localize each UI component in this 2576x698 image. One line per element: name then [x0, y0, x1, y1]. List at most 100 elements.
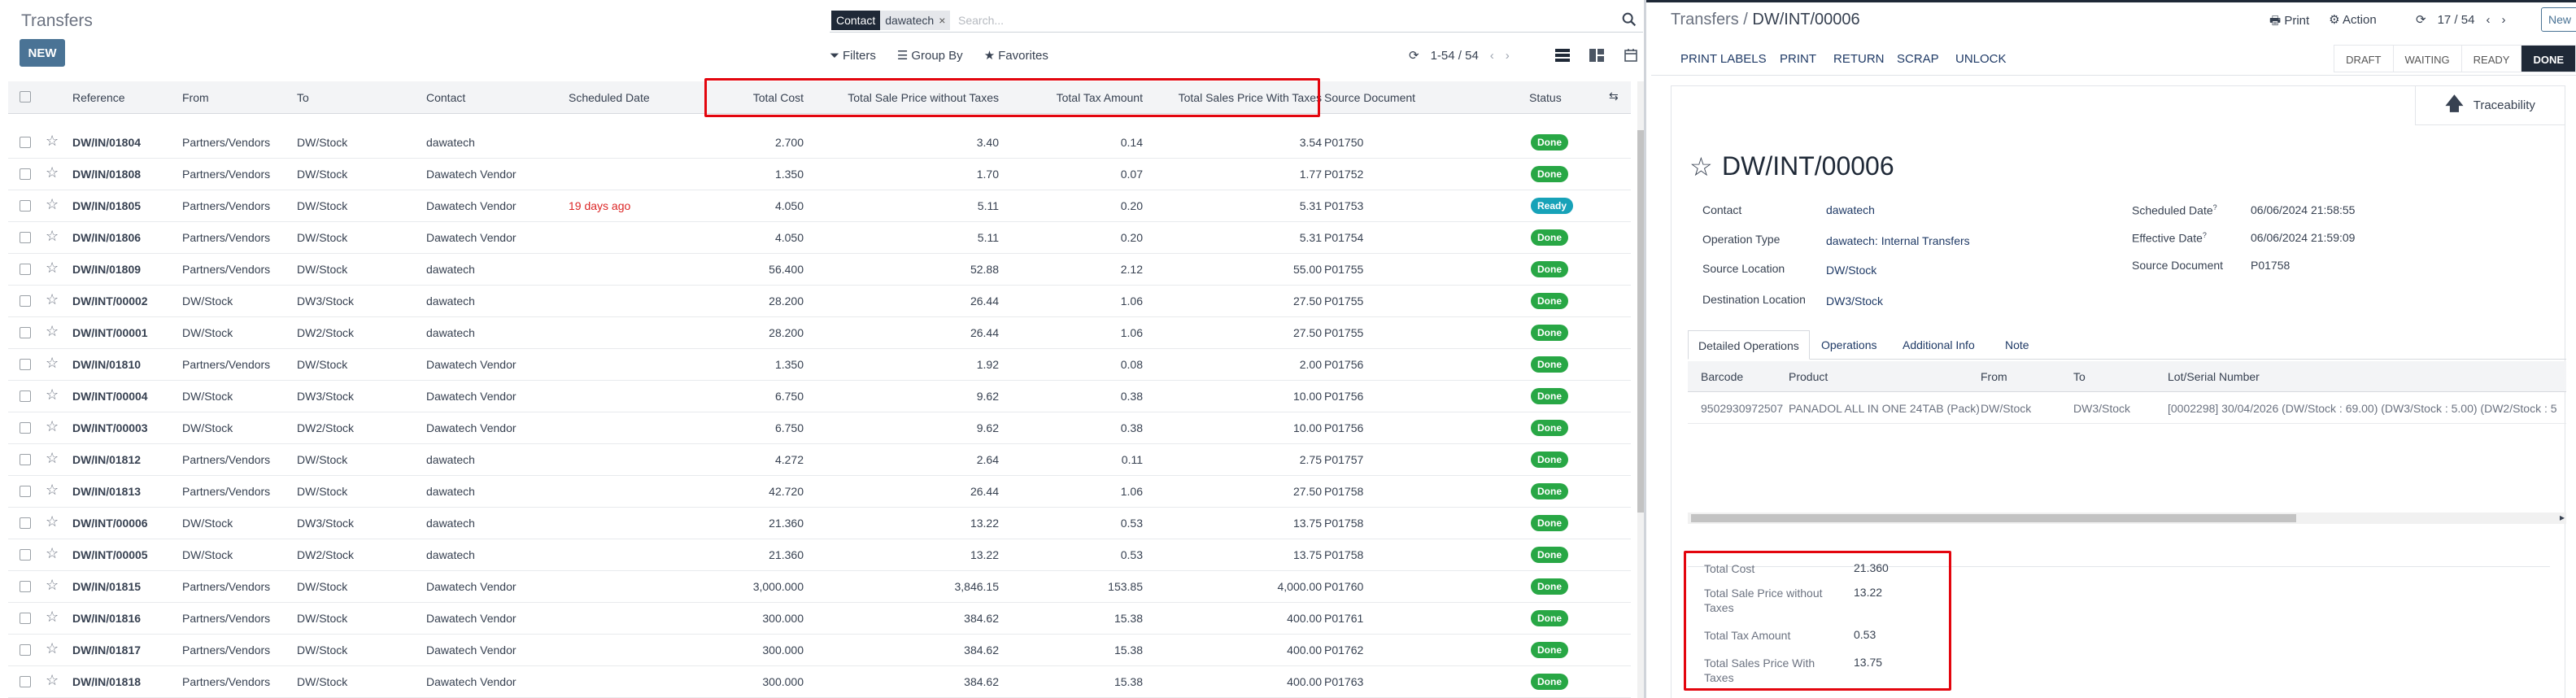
- group-by-button[interactable]: ☰ Group By: [897, 48, 963, 63]
- favorite-star-icon[interactable]: ☆: [46, 577, 59, 594]
- row-checkbox[interactable]: [20, 549, 31, 561]
- search-icon[interactable]: [1620, 11, 1638, 28]
- favorites-button[interactable]: ★ Favorites: [984, 48, 1048, 63]
- table-row[interactable]: ☆ DW/IN/01804 Partners/Vendors DW/Stock dawa…: [8, 127, 1631, 159]
- status-draft[interactable]: DRAFT: [2334, 45, 2394, 72]
- favorite-star-icon[interactable]: ☆: [46, 260, 59, 277]
- scrollbar-thumb[interactable]: [1691, 514, 2296, 522]
- field-destination-location[interactable]: DW3/Stock: [1826, 294, 1883, 308]
- status-done[interactable]: DONE: [2521, 45, 2576, 72]
- vertical-scrollbar[interactable]: [1637, 81, 1644, 698]
- col-source-document[interactable]: Source Document: [1324, 91, 1415, 104]
- favorite-star-icon[interactable]: ☆: [46, 164, 59, 181]
- col-from[interactable]: From: [182, 91, 209, 104]
- scroll-right-icon[interactable]: ▸: [2560, 512, 2565, 523]
- list-view-icon[interactable]: [1554, 46, 1571, 64]
- favorite-star-icon[interactable]: ☆: [46, 418, 59, 435]
- col-to[interactable]: To: [297, 91, 309, 104]
- row-checkbox[interactable]: [20, 422, 31, 434]
- pager-next-icon[interactable]: ›: [1506, 49, 1510, 63]
- favorite-star-icon[interactable]: ☆: [46, 323, 59, 340]
- col-sale-wo-tax[interactable]: Total Sale Price without Taxes: [813, 91, 999, 104]
- horizontal-scrollbar[interactable]: ▸: [1688, 512, 2566, 524]
- help-icon[interactable]: ?: [2213, 203, 2217, 212]
- table-row[interactable]: ☆ DW/IN/01813 Partners/Vendors DW/Stock dawa…: [8, 476, 1631, 508]
- favorite-star-icon[interactable]: ☆: [46, 482, 59, 499]
- pager-value[interactable]: 1-54 / 54: [1431, 49, 1479, 63]
- favorite-star-icon[interactable]: ☆: [46, 228, 59, 245]
- favorite-star-icon[interactable]: ☆: [46, 133, 59, 150]
- row-checkbox[interactable]: [20, 137, 31, 148]
- status-ready[interactable]: READY: [2460, 45, 2522, 72]
- col-total-cost[interactable]: Total Cost: [724, 91, 804, 104]
- col-sale-with-tax[interactable]: Total Sales Price With Taxes: [1151, 91, 1322, 104]
- ops-col-lot[interactable]: Lot/Serial Number: [2168, 370, 2260, 383]
- row-checkbox[interactable]: [20, 581, 31, 592]
- table-row[interactable]: ☆ DW/IN/01808 Partners/Vendors DW/Stock Dawa…: [8, 159, 1631, 190]
- ops-col-barcode[interactable]: Barcode: [1701, 370, 1743, 383]
- row-checkbox[interactable]: [20, 327, 31, 338]
- table-row[interactable]: ☆ DW/IN/01817 Partners/Vendors DW/Stock Dawa…: [8, 635, 1631, 666]
- favorite-star-icon[interactable]: ☆: [46, 513, 59, 530]
- favorite-star-icon[interactable]: ☆: [46, 386, 59, 404]
- favorite-star-icon[interactable]: ☆: [46, 196, 59, 213]
- action-menu[interactable]: ⚙ Action: [2329, 12, 2377, 33]
- table-row[interactable]: ☆ DW/IN/01818 Partners/Vendors DW/Stock Dawa…: [8, 666, 1631, 698]
- new-record-button[interactable]: New: [2541, 7, 2576, 32]
- col-contact[interactable]: Contact: [426, 91, 465, 104]
- favorite-star-icon[interactable]: ☆: [46, 545, 59, 562]
- traceability-button[interactable]: 🡅 Traceability: [2415, 86, 2565, 125]
- remove-facet-icon[interactable]: ×: [939, 14, 945, 27]
- col-scheduled-date[interactable]: Scheduled Date: [569, 91, 650, 104]
- table-row[interactable]: ☆ DW/INT/00002 DW/Stock DW3/Stock dawatech 28…: [8, 286, 1631, 317]
- pager-prev-icon[interactable]: ‹: [2486, 13, 2490, 27]
- table-row[interactable]: ☆ DW/INT/00003 DW/Stock DW2/Stock Dawatech V…: [8, 412, 1631, 444]
- favorite-star-icon[interactable]: ☆: [46, 291, 59, 308]
- table-row[interactable]: ☆ DW/IN/01809 Partners/Vendors DW/Stock dawa…: [8, 254, 1631, 286]
- help-icon[interactable]: ?: [2203, 231, 2207, 239]
- table-row[interactable]: ☆ DW/INT/00001 DW/Stock DW2/Stock dawatech 28…: [8, 317, 1631, 349]
- status-waiting[interactable]: WAITING: [2392, 45, 2462, 72]
- form-pager-value[interactable]: 17 / 54: [2438, 13, 2475, 27]
- kanban-view-icon[interactable]: [1588, 46, 1606, 64]
- operation-row[interactable]: 9502930972507 PANADOL ALL IN ONE 24TAB (…: [1688, 393, 2566, 424]
- row-checkbox[interactable]: [20, 644, 31, 656]
- table-row[interactable]: ☆ DW/IN/01810 Partners/Vendors DW/Stock Dawa…: [8, 349, 1631, 381]
- favorite-star-icon[interactable]: ☆: [46, 609, 59, 626]
- row-checkbox[interactable]: [20, 390, 31, 402]
- scrollbar-thumb[interactable]: [1637, 130, 1644, 513]
- row-checkbox[interactable]: [20, 454, 31, 465]
- col-status[interactable]: Status: [1529, 91, 1562, 104]
- table-row[interactable]: ☆ DW/IN/01812 Partners/Vendors DW/Stock dawa…: [8, 444, 1631, 476]
- table-row[interactable]: ☆ DW/IN/01816 Partners/Vendors DW/Stock Dawa…: [8, 603, 1631, 635]
- row-checkbox[interactable]: [20, 168, 31, 180]
- print-labels-button[interactable]: PRINT LABELS: [1680, 52, 1767, 66]
- search-bar[interactable]: Contact dawatech × Search...: [830, 8, 1643, 33]
- ops-col-from[interactable]: From: [1981, 370, 2007, 383]
- favorite-star-icon[interactable]: ☆: [46, 450, 59, 467]
- tab-operations[interactable]: Operations: [1811, 330, 1886, 360]
- row-checkbox[interactable]: [20, 517, 31, 529]
- ops-col-to[interactable]: To: [2073, 370, 2086, 383]
- table-row[interactable]: ☆ DW/IN/01805 Partners/Vendors DW/Stock Dawa…: [8, 190, 1631, 222]
- row-checkbox[interactable]: [20, 359, 31, 370]
- scrap-button[interactable]: SCRAP: [1897, 52, 1939, 66]
- new-button[interactable]: NEW: [20, 39, 65, 67]
- table-row[interactable]: ☆ DW/IN/01806 Partners/Vendors DW/Stock Dawa…: [8, 222, 1631, 254]
- refresh-icon[interactable]: ⟳: [2416, 12, 2426, 27]
- optional-columns-icon[interactable]: ⇆: [1609, 89, 1619, 103]
- row-checkbox[interactable]: [20, 200, 31, 212]
- filters-button[interactable]: ⏷ Filters: [830, 49, 876, 63]
- table-row[interactable]: ☆ DW/INT/00004 DW/Stock DW3/Stock Dawatech V…: [8, 381, 1631, 412]
- row-checkbox[interactable]: [20, 613, 31, 624]
- pager-prev-icon[interactable]: ‹: [1490, 49, 1494, 63]
- refresh-icon[interactable]: ⟳: [1409, 48, 1419, 63]
- tab-note[interactable]: Note: [1995, 330, 2039, 360]
- row-checkbox[interactable]: [20, 232, 31, 243]
- print-button[interactable]: PRINT: [1780, 52, 1816, 66]
- select-all-checkbox[interactable]: [20, 91, 31, 103]
- field-operation-type[interactable]: dawatech: Internal Transfers: [1826, 234, 1970, 247]
- tab-additional-info[interactable]: Additional Info: [1893, 330, 1985, 360]
- ops-col-product[interactable]: Product: [1789, 370, 1828, 383]
- table-row[interactable]: ☆ DW/INT/00005 DW/Stock DW2/Stock dawatech 21…: [8, 539, 1631, 571]
